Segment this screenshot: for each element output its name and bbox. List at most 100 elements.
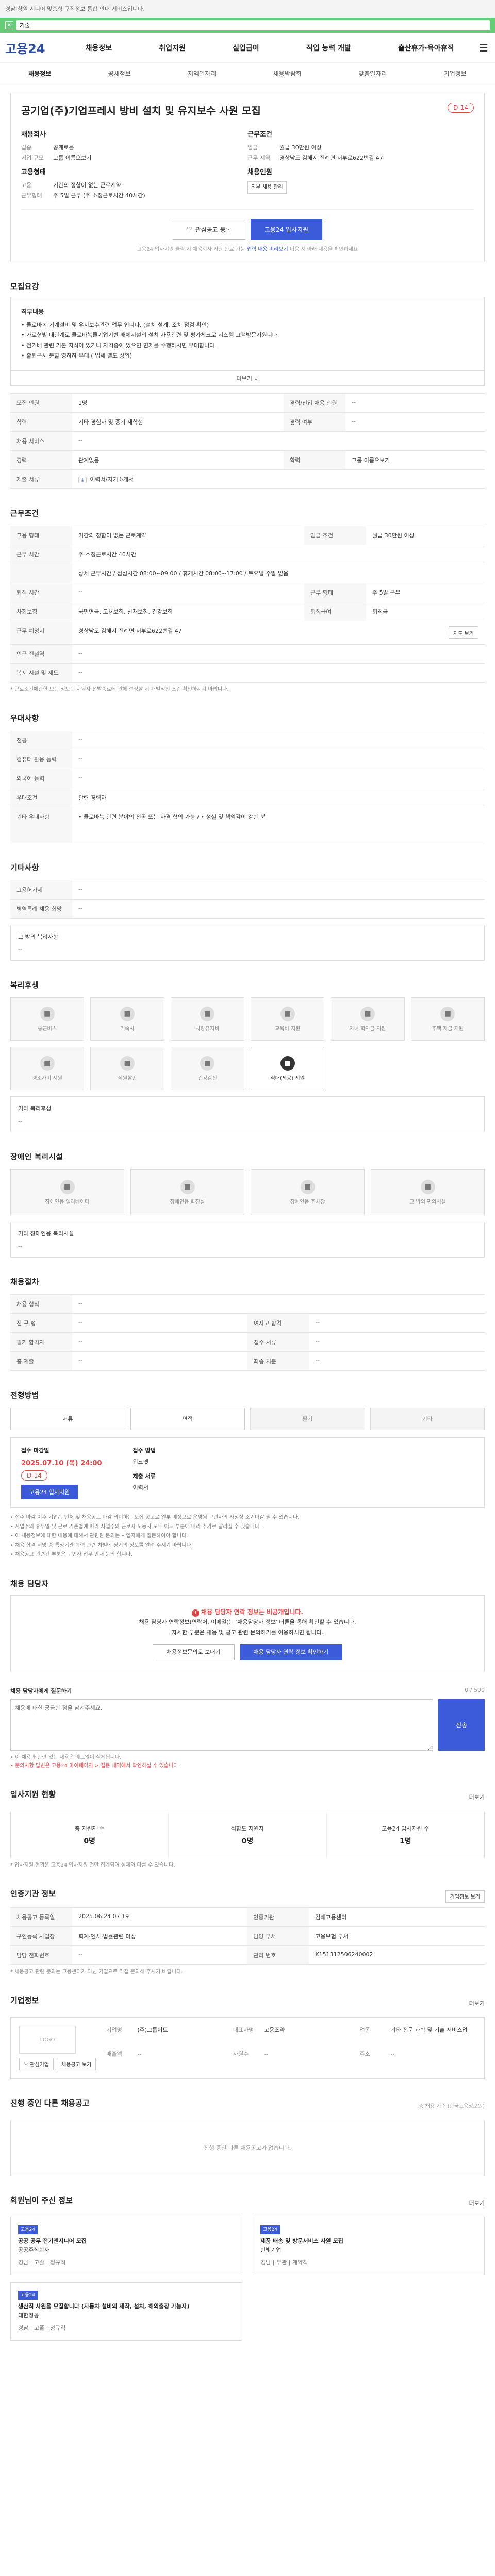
- hamburger-menu-icon[interactable]: ☰: [477, 42, 490, 54]
- more-button[interactable]: 더보기 ⌄: [10, 371, 485, 386]
- table-key: 사회보험: [10, 602, 72, 621]
- company-more-link[interactable]: 더보기: [469, 1999, 485, 2007]
- contact-line: 자세한 부분은 채용 및 공고 관련 문의하기를 이용하시면 됩니다.: [171, 1629, 324, 1636]
- table-key: 경력: [10, 450, 72, 470]
- welfare-label: 직원할인: [118, 1075, 137, 1081]
- apply-method-value: 워크넷: [133, 1459, 148, 1465]
- document-link[interactable]: 이력서/자기소개서: [90, 476, 134, 483]
- welfare-extra-box: 기타 복리후생 --: [10, 1096, 485, 1132]
- chevron-down-icon: ⌄: [254, 375, 259, 382]
- job-summary: 채용회사 업종 공계로를 기업 규모 그룹 이름으보기 고용형태 고용 기간의 정함이…: [21, 129, 474, 210]
- facility-icon: ■: [300, 1179, 315, 1194]
- field-value: 고용조약: [263, 2027, 285, 2033]
- table-value: --: [72, 880, 485, 900]
- field-value: (주)그룹이트: [137, 2027, 168, 2033]
- recommend-card[interactable]: 고용24 제품 배송 및 방문서비스 사원 모집 한빛기업 경남 | 무관 | …: [253, 2217, 485, 2275]
- welfare-icon: ■: [200, 1056, 215, 1071]
- nav-item-training[interactable]: 직업 능력 개발: [306, 43, 351, 53]
- company-jobs-button[interactable]: 채용공고 보기: [56, 2058, 96, 2070]
- card-badge: 고용24: [260, 2225, 280, 2234]
- contact-line: 채용 담당자 연락정보(연락처, 이메일)는 '채용담당자 정보' 버튼을 통해…: [139, 1619, 356, 1625]
- work-condition-table: 고용 형태 기간의 정함이 없는 근로계약 임금 조건 월급 30만원 이상 근무 시…: [10, 526, 485, 683]
- interest-button[interactable]: ♡ 관심공고 등록: [172, 219, 245, 240]
- table-key: 채용공고 등록일: [10, 1907, 72, 1927]
- qa-textarea[interactable]: [10, 1699, 433, 1751]
- apply-button-bottom[interactable]: 고용24 입사지원: [21, 1485, 78, 1499]
- detail-line: • 전기배 관련 기본 지식이 있거나 자격증이 있으면 면제를 수행하시면 우…: [21, 342, 217, 349]
- table-key: 경력 여부: [283, 412, 345, 432]
- kv-key: 기업 규모: [21, 155, 44, 161]
- table-key: 경력/신입 채용 인원: [283, 393, 345, 413]
- agency-note: * 채용공고 관련 문의는 고용센터가 아닌 기업으로 직접 문의해 주시기 바…: [10, 1969, 183, 1975]
- table-key: 퇴직 시간: [10, 583, 72, 602]
- table-row: 담당 전화번호 -- 관리 번호 K151312506240002: [10, 1945, 485, 1965]
- download-icon[interactable]: ⤓: [78, 477, 87, 483]
- welfare-tile: ■ 주택 자금 지원: [410, 997, 485, 1041]
- search-input[interactable]: [16, 20, 490, 30]
- notice-item: 채용공고 관련된 부분은 구인자 업무 안내 문의 합니다.: [10, 1550, 485, 1560]
- kv-key: 업종: [21, 144, 32, 151]
- welfare-icon: ■: [280, 1056, 295, 1071]
- recommend-card[interactable]: 고용24 생산직 사원을 모집합니다 (자동차 설비의 제작, 설치, 해외출장…: [10, 2282, 242, 2341]
- contact-info-button-label: 채용 담당자 연락 정보 확인하기: [253, 1649, 329, 1655]
- qa-header: 채용 담당자에게 질문하기 0 / 500: [10, 1687, 485, 1695]
- company-summary: 채용회사 업종 공계로를 기업 규모 그룹 이름으보기 고용형태 고용 기간의 정함이…: [21, 129, 248, 201]
- prefer-section: 우대사항 전공 -- 컴퓨터 활용 능력 -- 외국어 능력 -- 우대조건 관련 경력…: [10, 713, 485, 843]
- top-notice-text: 경남 창원 시니어 맞춤형 구직정보 통합 안내 서비스입니다.: [5, 6, 145, 12]
- table-value: --: [72, 1351, 248, 1371]
- table-value: --: [72, 769, 485, 788]
- nav-item-employment-support[interactable]: 취업지원: [159, 43, 186, 53]
- inquiry-button[interactable]: 채용정보문의로 보내기: [152, 1644, 235, 1660]
- stat-label: 적합도 지원자: [230, 1825, 265, 1832]
- welfare-extra-value: --: [18, 1117, 22, 1124]
- other-table: 고용허가제 -- 병역특례 채용 희망 --: [10, 880, 485, 919]
- contact-info-button[interactable]: 채용 담당자 연락 정보 확인하기: [239, 1644, 343, 1660]
- close-icon[interactable]: ✕: [5, 21, 13, 29]
- table-key: 근무 예정지: [10, 621, 72, 645]
- table-value: --: [72, 1294, 485, 1314]
- table-key: 인근 전철역: [10, 644, 72, 664]
- recommend-more-link[interactable]: 더보기: [469, 2199, 485, 2207]
- map-button[interactable]: 지도 보기: [449, 626, 478, 639]
- apply-note-link[interactable]: 입력 내용 미리보기: [247, 247, 288, 252]
- subnav-item-fair[interactable]: 채용박람회: [273, 69, 302, 78]
- site-logo[interactable]: 고용24: [5, 39, 62, 57]
- favorite-company-button[interactable]: ♡ 관심기업: [19, 2058, 54, 2070]
- subnav-item-public[interactable]: 공채정보: [108, 69, 131, 78]
- table-key: 접수 서류: [248, 1332, 309, 1352]
- card-title: 생산직 사원을 모집합니다 (자동차 설비의 제작, 설치, 해외출장 가능자): [18, 2303, 190, 2310]
- work-condition-heading: 근무조건: [10, 509, 39, 518]
- recommend-card[interactable]: 고용24 공공 공무 전기엔지니어 모집 공공주식회사 경남 | 고졸 | 정규…: [10, 2217, 242, 2275]
- welfare-label: 자녀 학자금 지원: [349, 1026, 386, 1032]
- notice-item: 채용 합격 서명 중 특정기관 학력 관련 차별에 상기의 정보를 알려 주시기…: [10, 1541, 485, 1550]
- condition-summary: 근무조건 임금 월급 30만원 이상 근무 지역 경상남도 김해시 진례면 서부로6…: [248, 129, 474, 201]
- apply-button[interactable]: 고용24 입사지원: [250, 219, 323, 240]
- table-value: --: [72, 431, 485, 451]
- other-jobs-section: 진행 중인 다른 채용공고 총 채용 기준 (한국고용정보원) 진행 중인 다른 …: [10, 2097, 485, 2176]
- applicants-more-link[interactable]: 더보기: [469, 1793, 485, 1801]
- recruit-table: 모집 인원 1명 경력/신입 채용 인원 -- 학력 기타 경험자 및 중기 재학생 경력…: [10, 393, 485, 489]
- notice-item: 사업주의 휴무일 및 근로 기준법에 따라 사업주와 근로자 노동자 모두 어느…: [10, 1522, 485, 1532]
- other-jobs-note: 총 채용 기준 (한국고용정보원): [419, 2104, 485, 2109]
- prefer-heading: 우대사항: [10, 714, 39, 723]
- card-badge: 고용24: [18, 2225, 38, 2234]
- qa-send-button[interactable]: 전송: [438, 1699, 485, 1751]
- subnav-item-company[interactable]: 기업정보: [444, 69, 467, 78]
- nav-item-unemployment[interactable]: 실업급여: [233, 43, 259, 53]
- subnav-item-jobs[interactable]: 채용정보: [28, 69, 51, 78]
- apply-button-label: 고용24 입사지원: [264, 226, 309, 233]
- form-value: 이력서: [133, 1484, 148, 1491]
- subnav-item-local[interactable]: 지역일자리: [188, 69, 216, 78]
- kv-key: 근무 지역: [248, 155, 270, 161]
- stat-fit: 적합도 지원자 0명: [169, 1812, 327, 1858]
- other-extra-box: 그 밖의 복리사항 --: [10, 925, 485, 961]
- nav-item-leave[interactable]: 출산휴가·육아휴직: [398, 43, 454, 53]
- table-row: 외국어 능력 --: [10, 769, 485, 788]
- nav-item-jobs[interactable]: 채용정보: [86, 43, 112, 53]
- inquiry-button-label: 채용정보문의로 보내기: [166, 1649, 221, 1655]
- agency-company-button[interactable]: 기업정보 보기: [445, 1890, 485, 1903]
- table-row: 퇴직 시간 -- 근무 형태 주 5일 근무: [10, 583, 485, 602]
- subnav-item-custom[interactable]: 맞춤일자리: [358, 69, 387, 78]
- process-step: 기타: [370, 1408, 485, 1430]
- interest-button-label: 관심공고 등록: [195, 226, 232, 233]
